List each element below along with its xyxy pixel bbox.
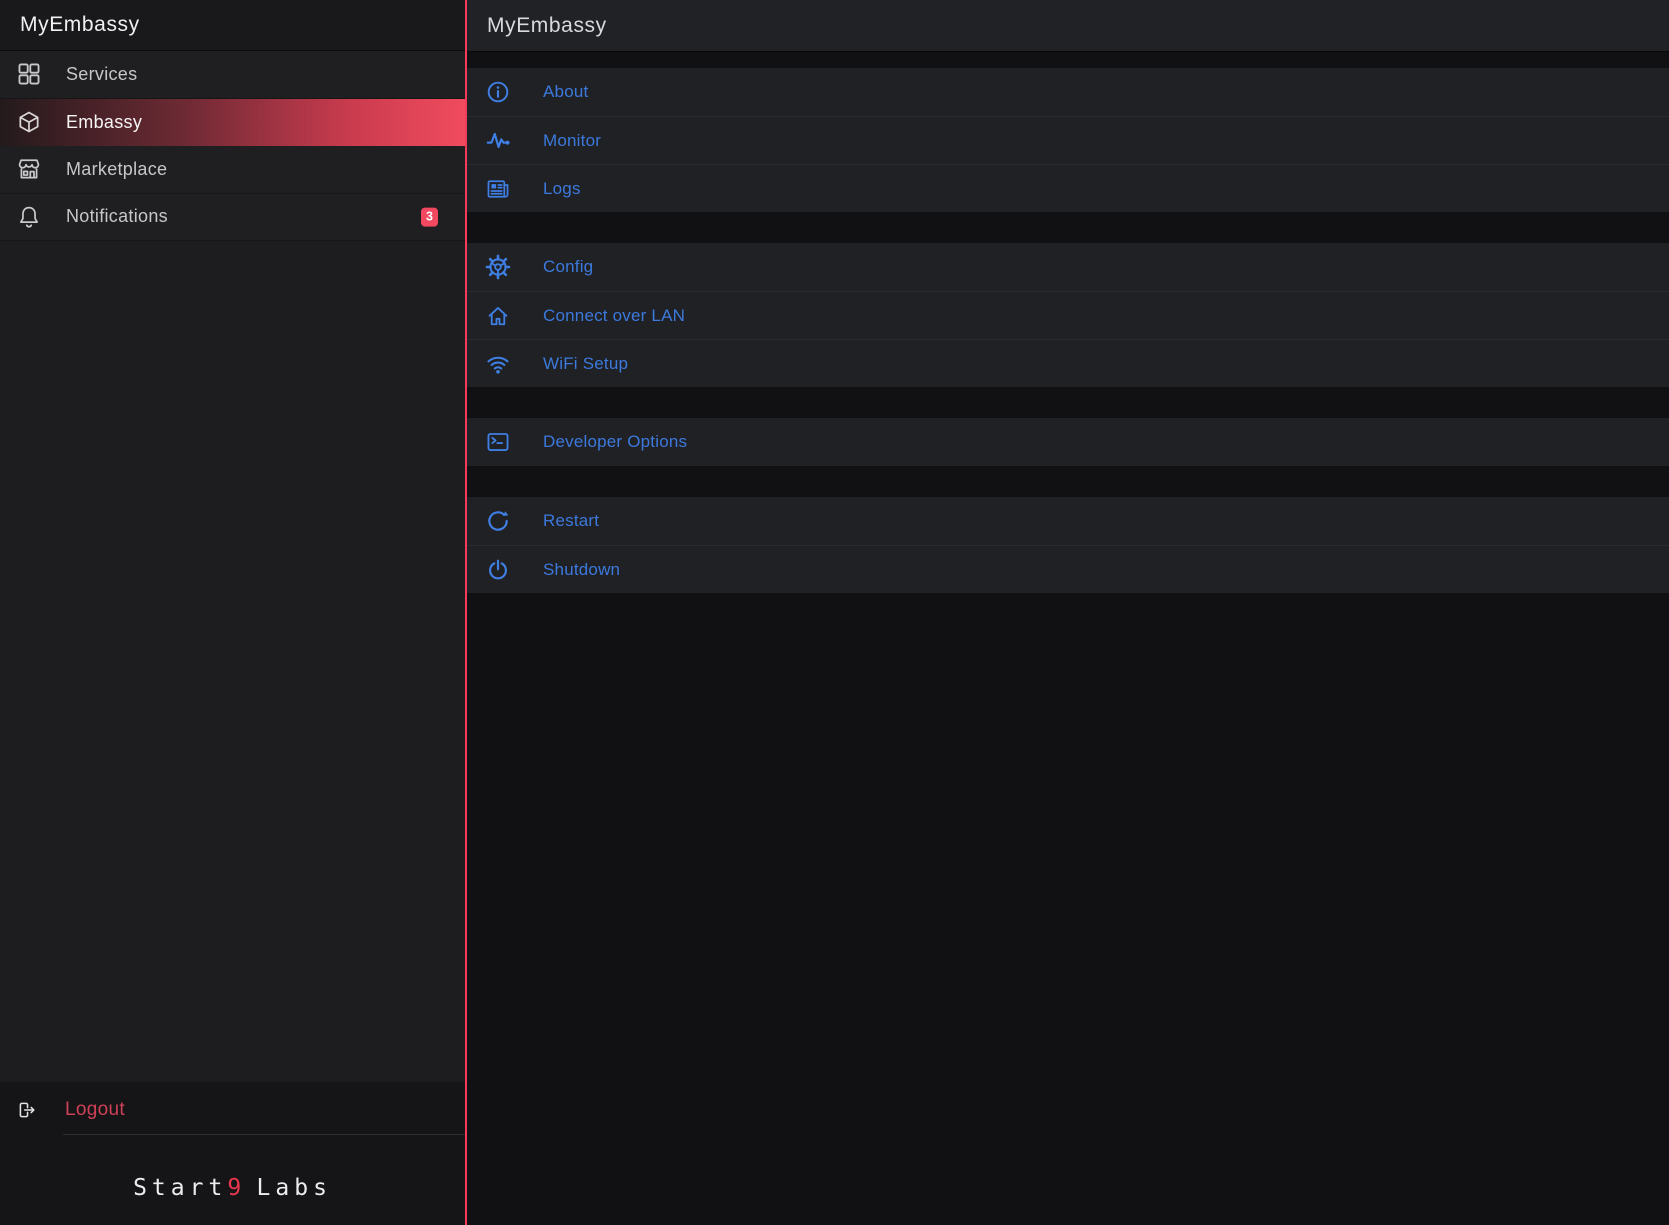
menu-item-about[interactable]: About: [467, 68, 1669, 116]
menu-item-monitor[interactable]: Monitor: [467, 116, 1669, 164]
terminal-icon: [485, 429, 511, 455]
logout-button[interactable]: Logout: [0, 1086, 465, 1134]
bell-icon: [16, 204, 42, 230]
sidebar: MyEmbassy Services Embassy: [0, 0, 467, 1225]
menu-item-label: Connect over LAN: [543, 306, 685, 326]
menu-item-label: Restart: [543, 511, 599, 531]
menu-item-label: WiFi Setup: [543, 354, 628, 374]
newspaper-icon: [485, 176, 511, 202]
brand-logo: Start9 Labs: [0, 1175, 465, 1201]
menu-group-power: Restart Shutdown: [467, 497, 1669, 593]
sidebar-title: MyEmbassy: [20, 13, 140, 37]
sidebar-item-marketplace[interactable]: Marketplace: [0, 146, 465, 194]
menu-item-label: Config: [543, 257, 593, 277]
menu-item-label: About: [543, 82, 588, 102]
sidebar-item-label: Services: [66, 64, 137, 85]
brand-text: Labs: [257, 1175, 332, 1201]
sidebar-item-embassy[interactable]: Embassy: [0, 99, 465, 147]
sidebar-item-label: Notifications: [66, 206, 168, 227]
power-icon: [485, 557, 511, 583]
wifi-icon: [485, 351, 511, 377]
sidebar-body: [0, 241, 465, 1082]
notification-badge: 3: [421, 207, 438, 226]
menu-item-label: Logs: [543, 179, 581, 199]
menu-item-connect-lan[interactable]: Connect over LAN: [467, 291, 1669, 339]
storefront-icon: [16, 156, 42, 182]
home-icon: [485, 303, 511, 329]
menu-group-developer: Developer Options: [467, 418, 1669, 466]
footer-divider: [63, 1134, 465, 1135]
sidebar-footer: Logout Start9 Labs: [0, 1082, 465, 1225]
sidebar-item-services[interactable]: Services: [0, 51, 465, 99]
sidebar-item-label: Embassy: [66, 112, 142, 133]
log-out-icon: [16, 1099, 38, 1121]
menu-item-developer-options[interactable]: Developer Options: [467, 418, 1669, 466]
brand-text: Start: [133, 1175, 227, 1201]
sidebar-header: MyEmbassy: [0, 0, 465, 51]
menu-item-label: Monitor: [543, 131, 601, 151]
menu-item-label: Shutdown: [543, 560, 620, 580]
gear-icon: [485, 254, 511, 280]
brand-accent-digit: 9: [227, 1175, 246, 1201]
menu-item-shutdown[interactable]: Shutdown: [467, 545, 1669, 593]
cube-icon: [16, 109, 42, 135]
menu-item-label: Developer Options: [543, 432, 687, 452]
sidebar-item-label: Marketplace: [66, 159, 167, 180]
refresh-icon: [485, 508, 511, 534]
menu-item-logs[interactable]: Logs: [467, 164, 1669, 212]
sidebar-nav: Services Embassy Marketplace: [0, 51, 465, 241]
pulse-icon: [485, 128, 511, 154]
main-header: MyEmbassy: [467, 0, 1669, 52]
menu-group-settings: Config Connect over LAN WiFi Setup: [467, 243, 1669, 387]
main-area: MyEmbassy About Monitor: [467, 0, 1669, 1225]
sidebar-item-notifications[interactable]: Notifications 3: [0, 194, 465, 242]
grid-icon: [16, 61, 42, 87]
info-icon: [485, 79, 511, 105]
menu-item-restart[interactable]: Restart: [467, 497, 1669, 545]
menu-group-system: About Monitor Logs: [467, 68, 1669, 212]
menu-item-wifi-setup[interactable]: WiFi Setup: [467, 339, 1669, 387]
menu-item-config[interactable]: Config: [467, 243, 1669, 291]
logout-label: Logout: [65, 1099, 125, 1121]
page-title: MyEmbassy: [487, 14, 607, 38]
